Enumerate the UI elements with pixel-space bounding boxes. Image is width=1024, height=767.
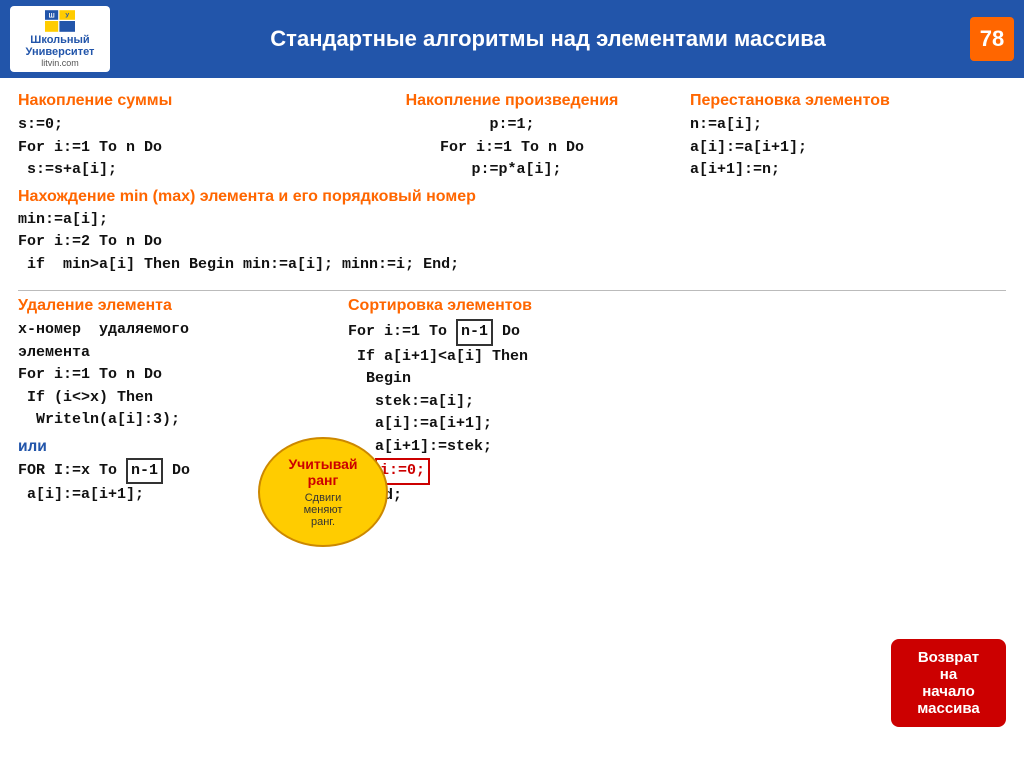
- section-swap: Перестановка элементов n:=a[i]; a[i]:=a[…: [680, 92, 1006, 182]
- sort-title: Сортировка элементов: [348, 297, 1006, 315]
- svg-text:Ш: Ш: [49, 13, 55, 19]
- divider: [18, 290, 1006, 291]
- sort-line-1: For i:=1 To n-1 Do: [348, 319, 1006, 346]
- sort-code: For i:=1 To n-1 Do If a[i+1]<a[i] Then B…: [348, 319, 1006, 507]
- prod-line-1: p:=1;: [354, 114, 670, 137]
- swap-title: Перестановка элементов: [690, 92, 1006, 110]
- sort-line-8: End;: [348, 485, 1006, 508]
- bottom-section: Удаление элемента x-номер удаляемого эле…: [18, 297, 1006, 757]
- logo-text-bottom: litvin.com: [41, 58, 79, 68]
- sort-line-3: Begin: [348, 368, 1006, 391]
- section-minmax: Нахождение min (max) элемента и его поря…: [18, 188, 1006, 277]
- section-prod: Накопление произведения p:=1; For i:=1 T…: [344, 92, 680, 182]
- content: Накопление суммы s:=0; For i:=1 To n Do …: [0, 78, 1024, 767]
- minmax-line-1: min:=a[i];: [18, 209, 1006, 232]
- n1-highlight-delete: n-1: [126, 458, 163, 485]
- prod-line-3: p:=p*a[i];: [354, 159, 670, 182]
- sum-line-1: s:=0;: [18, 114, 334, 137]
- delete-line-2: элемента: [18, 342, 328, 365]
- prod-title: Накопление произведения: [354, 92, 670, 110]
- minmax-title: Нахождение min (max) элемента и его поря…: [18, 188, 1006, 206]
- balloon-rank: Учитывайранг Сдвигименяютранг.: [258, 437, 388, 547]
- swap-line-1: n:=a[i];: [690, 114, 1006, 137]
- sort-line-4: stek:=a[i];: [348, 391, 1006, 414]
- balloon-rank-sub: Сдвигименяютранг.: [304, 492, 343, 528]
- minmax-line-2: For i:=2 To n Do: [18, 231, 1006, 254]
- delete-title: Удаление элемента: [18, 297, 328, 315]
- sort-line-6: a[i+1]:=stek;: [348, 436, 1006, 459]
- delete-line-4: If (i<>x) Then: [18, 387, 328, 410]
- balloon-return-text: Возвратнаначаломассива: [917, 649, 980, 717]
- section-sum: Накопление суммы s:=0; For i:=1 To n Do …: [18, 92, 344, 182]
- header-title: Стандартные алгоритмы над элементами мас…: [126, 26, 970, 52]
- swap-line-3: a[i+1]:=n;: [690, 159, 1006, 182]
- delete-line-5: Writeln(a[i]:3);: [18, 409, 328, 432]
- sort-line-2: If a[i+1]<a[i] Then: [348, 346, 1006, 369]
- sum-line-3: s:=s+a[i];: [18, 159, 334, 182]
- minmax-code: min:=a[i]; For i:=2 To n Do if min>a[i] …: [18, 209, 1006, 277]
- sum-line-2: For i:=1 To n Do: [18, 137, 334, 160]
- sum-code: s:=0; For i:=1 To n Do s:=s+a[i];: [18, 114, 334, 182]
- logo: Ш У Школьный Университет litvin.com: [10, 6, 110, 72]
- prod-line-2: For i:=1 To n Do: [354, 137, 670, 160]
- delete-code: x-номер удаляемого элемента For i:=1 To …: [18, 319, 328, 432]
- balloon-rank-title: Учитывайранг: [288, 456, 357, 488]
- section-sort: Сортировка элементов For i:=1 To n-1 Do …: [338, 297, 1006, 757]
- page-number: 78: [970, 17, 1014, 61]
- swap-code: n:=a[i]; a[i]:=a[i+1]; a[i+1]:=n;: [690, 114, 1006, 182]
- sort-line-5: a[i]:=a[i+1];: [348, 413, 1006, 436]
- svg-text:У: У: [65, 13, 69, 19]
- logo-icon: Ш У: [45, 10, 75, 32]
- n1-highlight-sort: n-1: [456, 319, 493, 346]
- balloon-return: Возвратнаначаломассива: [891, 639, 1006, 727]
- sort-line-7: i:=0;: [348, 458, 1006, 485]
- swap-line-2: a[i]:=a[i+1];: [690, 137, 1006, 160]
- delete-line-3: For i:=1 To n Do: [18, 364, 328, 387]
- delete-line-1: x-номер удаляемого: [18, 319, 328, 342]
- logo-text-mid: Университет: [26, 46, 95, 58]
- header: Ш У Школьный Университет litvin.com Стан…: [0, 0, 1024, 78]
- sum-title: Накопление суммы: [18, 92, 334, 110]
- prod-code: p:=1; For i:=1 To n Do p:=p*a[i];: [354, 114, 670, 182]
- top-section: Накопление суммы s:=0; For i:=1 To n Do …: [18, 92, 1006, 182]
- minmax-line-3: if min>a[i] Then Begin min:=a[i]; minn:=…: [18, 254, 1006, 277]
- logo-text-top: Школьный: [30, 34, 89, 46]
